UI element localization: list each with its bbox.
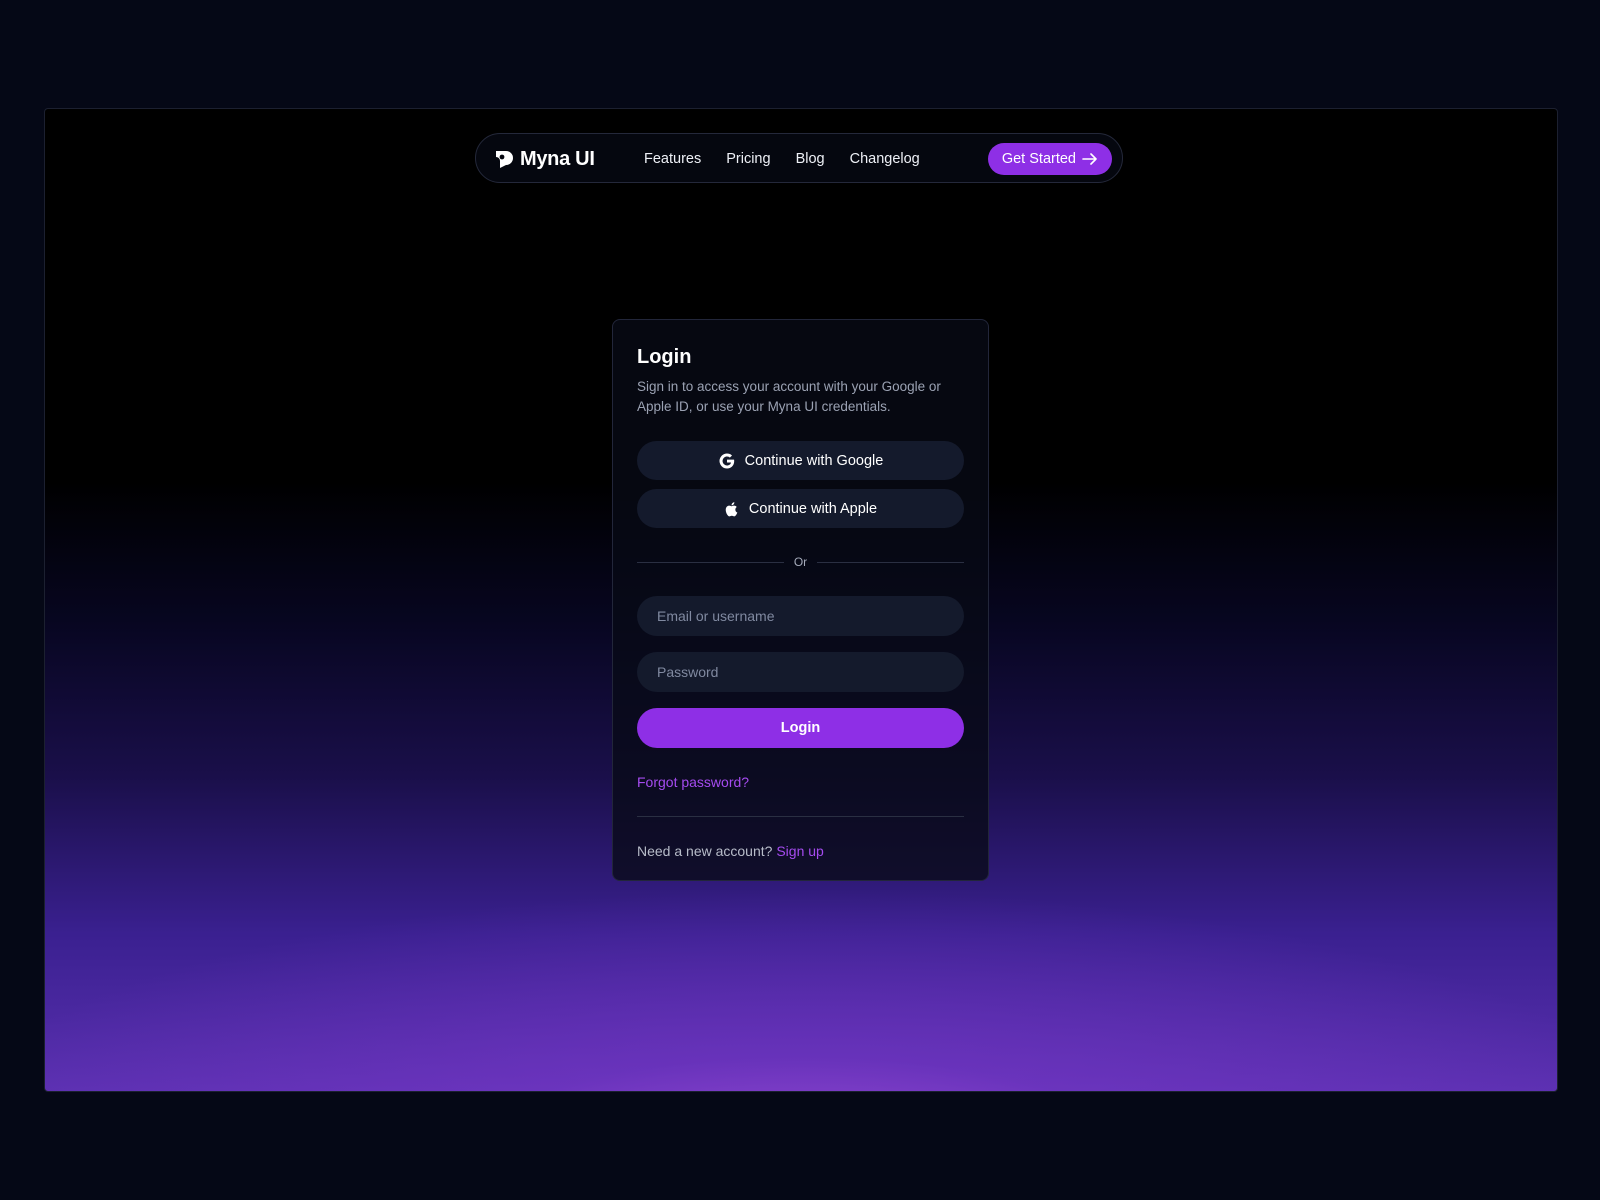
nav-link-blog[interactable]: Blog — [796, 151, 825, 167]
arrow-right-icon — [1082, 153, 1097, 165]
login-submit-button[interactable]: Login — [637, 708, 964, 748]
signup-row: Need a new account? Sign up — [637, 843, 964, 859]
continue-with-apple-button[interactable]: Continue with Apple — [637, 489, 964, 528]
forgot-password-link[interactable]: Forgot password? — [637, 774, 749, 790]
brand-logo[interactable]: Myna UI — [494, 146, 595, 172]
nav-link-changelog[interactable]: Changelog — [850, 151, 920, 167]
card-separator — [637, 816, 964, 817]
apple-button-label: Continue with Apple — [748, 500, 878, 517]
get-started-label: Get Started — [1001, 151, 1076, 167]
login-title: Login — [637, 346, 692, 368]
myna-logo-icon — [496, 151, 513, 168]
apple-icon — [725, 501, 738, 516]
page-frame: Myna UI Features Pricing Blog Changelog … — [44, 108, 1558, 1092]
password-input[interactable] — [637, 652, 964, 692]
google-button-label: Continue with Google — [744, 452, 884, 469]
top-navbar: Myna UI Features Pricing Blog Changelog … — [475, 133, 1123, 183]
nav-links: Features Pricing Blog Changelog — [644, 134, 920, 184]
divider-label: Or — [793, 555, 808, 569]
google-icon — [719, 453, 734, 468]
email-username-input[interactable] — [637, 596, 964, 636]
nav-link-features[interactable]: Features — [644, 151, 701, 167]
sign-up-link[interactable]: Sign up — [776, 843, 823, 859]
divider-line-right — [817, 561, 964, 563]
brand-name: Myna UI — [520, 147, 595, 170]
get-started-button[interactable]: Get Started — [987, 143, 1112, 175]
divider-line-left — [637, 561, 784, 563]
continue-with-google-button[interactable]: Continue with Google — [637, 441, 964, 480]
or-divider: Or — [637, 552, 964, 572]
nav-link-pricing[interactable]: Pricing — [726, 151, 770, 167]
signup-prompt: Need a new account? — [637, 843, 777, 859]
login-description: Sign in to access your account with your… — [637, 379, 941, 414]
login-card: Login Sign in to access your account wit… — [612, 319, 989, 881]
